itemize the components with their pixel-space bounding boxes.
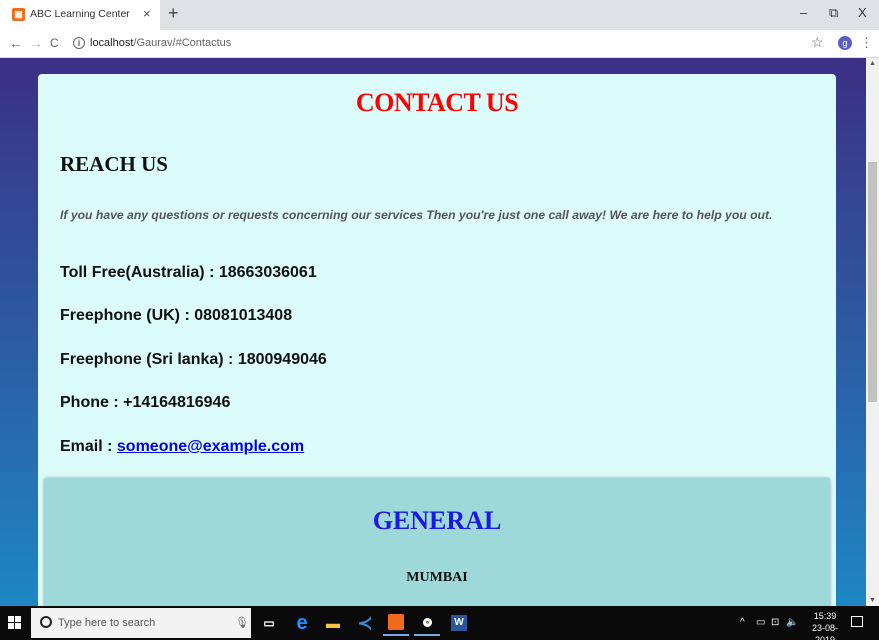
network-icon[interactable]: ⊡ bbox=[771, 617, 779, 628]
restore-button[interactable]: ⧉ bbox=[829, 5, 838, 21]
phone-number: Phone : +14164816946 bbox=[60, 394, 231, 411]
tab-strip: ▣ ABC Learning Center × + – ⧉ X bbox=[0, 0, 879, 30]
reach-us-heading: REACH US bbox=[60, 152, 168, 176]
chrome-icon[interactable] bbox=[414, 610, 440, 636]
omnibox[interactable]: i localhost/Gaurav/#Contactus bbox=[68, 34, 832, 54]
windows-taskbar: Type here to search 🎙 ▭ e ▬ ≺ W ^ ▭ ⊡ 🔈 … bbox=[0, 606, 879, 640]
email-link[interactable]: someone@example.com bbox=[117, 438, 304, 455]
contact-title: CONTACT US bbox=[355, 88, 519, 117]
tray-overflow-icon[interactable]: ^ bbox=[740, 617, 745, 628]
general-title: GENERAL bbox=[372, 506, 502, 535]
volume-icon[interactable]: 🔈 bbox=[786, 617, 798, 628]
window-close-button[interactable]: X bbox=[858, 5, 867, 20]
search-placeholder: Type here to search bbox=[58, 617, 156, 629]
scroll-up-arrow-icon[interactable]: ▲ bbox=[869, 60, 876, 67]
scroll-down-arrow-icon[interactable]: ▼ bbox=[869, 597, 876, 604]
taskbar-search-box[interactable]: Type here to search 🎙 bbox=[31, 608, 251, 638]
url-text[interactable]: localhost/Gaurav/#Contactus bbox=[90, 37, 231, 49]
url-path: /Gaurav/#Contactus bbox=[133, 37, 232, 49]
close-tab-icon[interactable]: × bbox=[143, 6, 151, 21]
forward-button[interactable]: → bbox=[29, 35, 43, 51]
windows-start-icon[interactable] bbox=[8, 616, 21, 629]
toll-free-australia: Toll Free(Australia) : 18663036061 bbox=[60, 264, 317, 281]
action-center-icon[interactable] bbox=[851, 616, 863, 627]
email-label: Email : bbox=[60, 438, 117, 455]
browser-tab[interactable]: ▣ ABC Learning Center × bbox=[0, 0, 160, 30]
address-toolbar: ← → C i localhost/Gaurav/#Contactus bbox=[0, 30, 879, 58]
scrollbar-thumb[interactable] bbox=[868, 162, 877, 402]
task-view-icon[interactable]: ▭ bbox=[256, 610, 282, 636]
reload-button[interactable]: C bbox=[50, 36, 59, 50]
freephone-uk: Freephone (UK) : 08081013408 bbox=[60, 307, 293, 324]
visual-studio-code-icon[interactable]: ≺ bbox=[352, 610, 378, 636]
profile-avatar[interactable]: g bbox=[838, 36, 852, 50]
contact-intro-text: If you have any questions or requests co… bbox=[60, 208, 773, 222]
minimize-button[interactable]: – bbox=[800, 5, 807, 20]
site-favicon-icon: ▣ bbox=[12, 8, 25, 21]
edge-browser-icon[interactable]: e bbox=[289, 610, 315, 636]
file-explorer-icon[interactable]: ▬ bbox=[320, 610, 346, 636]
general-card: GENERAL MUMBAI bbox=[44, 478, 830, 606]
back-button[interactable]: ← bbox=[9, 35, 23, 51]
email-line: Email : someone@example.com bbox=[60, 438, 304, 456]
xampp-icon[interactable] bbox=[383, 610, 409, 636]
freephone-sri-lanka: Freephone (Sri lanka) : 1800949046 bbox=[60, 351, 327, 368]
tab-title: ABC Learning Center bbox=[30, 8, 130, 20]
clock-time: 15:39 bbox=[813, 611, 837, 621]
clock-date: 23-08-2019 bbox=[811, 623, 838, 640]
new-tab-button[interactable]: + bbox=[168, 3, 179, 24]
page-scrollbar[interactable]: ▲ ▼ bbox=[866, 58, 879, 606]
microphone-icon[interactable]: 🎙 bbox=[235, 616, 249, 629]
browser-menu-icon[interactable]: ⋮ bbox=[860, 35, 873, 51]
cortana-search-icon bbox=[40, 616, 52, 628]
city-name: MUMBAI bbox=[406, 570, 468, 585]
word-icon[interactable]: W bbox=[446, 610, 472, 636]
system-clock[interactable]: 15:39 23-08-2019 bbox=[804, 610, 846, 640]
page-viewport: CONTACT US REACH US If you have any ques… bbox=[0, 58, 866, 606]
url-host: localhost bbox=[90, 37, 134, 49]
battery-icon[interactable]: ▭ bbox=[756, 617, 765, 628]
info-icon[interactable]: i bbox=[73, 37, 85, 49]
bookmark-star-icon[interactable]: ☆ bbox=[811, 34, 824, 51]
